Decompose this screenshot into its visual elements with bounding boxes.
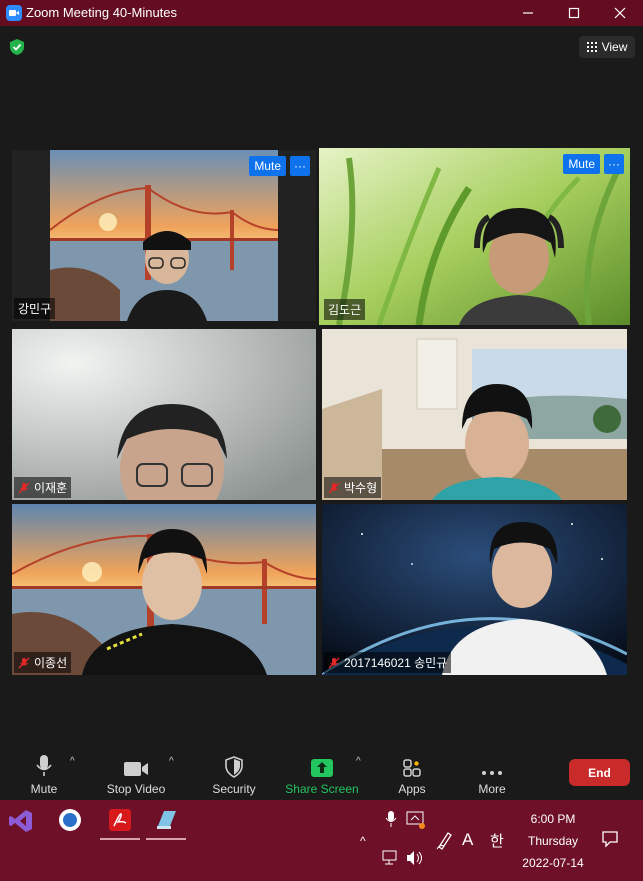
end-meeting-button[interactable]: End bbox=[569, 759, 630, 786]
participant-name: 박수형 bbox=[344, 481, 378, 495]
view-button[interactable]: View bbox=[579, 36, 635, 58]
title-bar: Zoom Meeting 40-Minutes bbox=[0, 0, 643, 26]
participant-name: 이재훈 bbox=[34, 481, 68, 495]
participant-name: 강민구 bbox=[18, 302, 52, 316]
video-options-chevron-icon[interactable]: ^ bbox=[169, 756, 174, 767]
participant-name-tag: 이종선 bbox=[14, 652, 72, 673]
share-screen-icon bbox=[311, 759, 333, 777]
microphone-icon bbox=[36, 755, 52, 776]
mute-label: Mute bbox=[30, 782, 58, 796]
more-dots-icon bbox=[482, 771, 502, 775]
participant-name-tag: 김도근 bbox=[324, 299, 366, 320]
app-globe-icon[interactable] bbox=[58, 808, 82, 832]
close-button[interactable] bbox=[597, 0, 643, 26]
acrobat-pdf-icon bbox=[109, 809, 131, 831]
network-icon[interactable] bbox=[382, 850, 400, 866]
video-tile[interactable]: 이종선 bbox=[12, 504, 316, 675]
volume-icon[interactable] bbox=[406, 850, 424, 866]
video-feed bbox=[12, 329, 316, 500]
tile-mute-button[interactable]: Mute bbox=[563, 154, 600, 174]
ime-language-indicator[interactable]: 한 bbox=[490, 830, 504, 851]
notification-center-icon[interactable] bbox=[601, 830, 619, 848]
video-feed bbox=[322, 504, 627, 675]
video-camera-icon bbox=[124, 762, 148, 776]
security-button[interactable]: Security bbox=[206, 750, 262, 796]
participant-figure bbox=[127, 231, 207, 321]
visual-studio-icon[interactable] bbox=[8, 808, 34, 834]
tray-screen-share-icon[interactable] bbox=[406, 810, 426, 830]
clock-date[interactable]: 2022-07-14 bbox=[520, 856, 586, 870]
tile-more-button[interactable]: ··· bbox=[290, 156, 310, 176]
video-tile-active-speaker[interactable]: Mute ··· 김도근 bbox=[319, 148, 630, 325]
view-label: View bbox=[601, 40, 628, 54]
video-tile[interactable]: 이재훈 bbox=[12, 329, 316, 500]
ime-font-indicator[interactable]: A bbox=[462, 830, 473, 850]
participant-name-tag: 박수형 bbox=[324, 477, 382, 498]
video-tile[interactable]: Mute ··· 강민구 bbox=[12, 150, 316, 321]
notebook-app-icon bbox=[157, 811, 176, 829]
video-feed bbox=[12, 504, 316, 675]
meeting-area: View Mute ··· 강민구 Mute ··· 김도근 이재훈 박수형 이… bbox=[0, 26, 643, 746]
taskbar-notebook-app[interactable] bbox=[146, 806, 186, 840]
clock-day[interactable]: Thursday bbox=[520, 834, 586, 848]
zoom-app-icon bbox=[6, 5, 22, 21]
video-tile[interactable]: 2017146021 송민규 bbox=[322, 504, 627, 675]
video-feed bbox=[322, 329, 627, 500]
video-tile[interactable]: 박수형 bbox=[322, 329, 627, 500]
encryption-shield-icon[interactable] bbox=[8, 38, 26, 56]
participant-name-tag: 강민구 bbox=[14, 298, 56, 319]
participant-name: 2017146021 송민규 bbox=[344, 656, 448, 670]
apps-icon bbox=[403, 759, 421, 777]
close-icon bbox=[614, 7, 626, 19]
grid-icon bbox=[586, 42, 597, 52]
mute-button[interactable]: Mute bbox=[26, 750, 62, 796]
share-screen-label: Share Screen bbox=[285, 782, 359, 796]
participant-figure bbox=[459, 208, 579, 325]
participant-name-tag: 이재훈 bbox=[14, 477, 72, 498]
maximize-icon bbox=[568, 7, 580, 19]
share-screen-button[interactable]: Share Screen bbox=[284, 750, 360, 796]
meeting-toolbar: Mute ^ Stop Video ^ Security Share Scree… bbox=[0, 746, 643, 800]
participant-name: 김도근 bbox=[328, 303, 362, 317]
more-label: More bbox=[478, 782, 506, 796]
stop-video-button[interactable]: Stop Video bbox=[103, 750, 169, 796]
more-button[interactable]: More bbox=[472, 750, 512, 796]
tile-more-button[interactable]: ··· bbox=[604, 154, 624, 174]
stop-video-label: Stop Video bbox=[106, 782, 166, 796]
tile-mute-button[interactable]: Mute bbox=[249, 156, 286, 176]
windows-taskbar: ^ A 한 6:00 PM Thursday 2022-07-14 bbox=[0, 800, 643, 881]
clock-time[interactable]: 6:00 PM bbox=[520, 812, 586, 826]
show-hidden-icons-chevron-icon[interactable]: ^ bbox=[360, 834, 366, 848]
minimize-button[interactable] bbox=[505, 0, 551, 26]
apps-label: Apps bbox=[398, 782, 426, 796]
window-title: Zoom Meeting 40-Minutes bbox=[26, 5, 178, 20]
apps-button[interactable]: Apps bbox=[392, 750, 432, 796]
participant-name-tag: 2017146021 송민규 bbox=[324, 652, 452, 673]
taskbar-acrobat[interactable] bbox=[100, 806, 140, 840]
tray-microphone-icon[interactable] bbox=[384, 810, 398, 828]
audio-options-chevron-icon[interactable]: ^ bbox=[70, 756, 75, 767]
minimize-icon bbox=[523, 12, 533, 14]
muted-mic-icon bbox=[328, 482, 340, 493]
share-options-chevron-icon[interactable]: ^ bbox=[356, 756, 361, 767]
muted-mic-icon bbox=[18, 482, 30, 493]
participant-name: 이종선 bbox=[34, 656, 68, 670]
muted-mic-icon bbox=[18, 657, 30, 668]
security-shield-icon bbox=[225, 756, 243, 778]
pen-icon[interactable] bbox=[436, 830, 454, 850]
security-label: Security bbox=[212, 782, 256, 796]
maximize-button[interactable] bbox=[551, 0, 597, 26]
muted-mic-icon bbox=[328, 657, 340, 668]
